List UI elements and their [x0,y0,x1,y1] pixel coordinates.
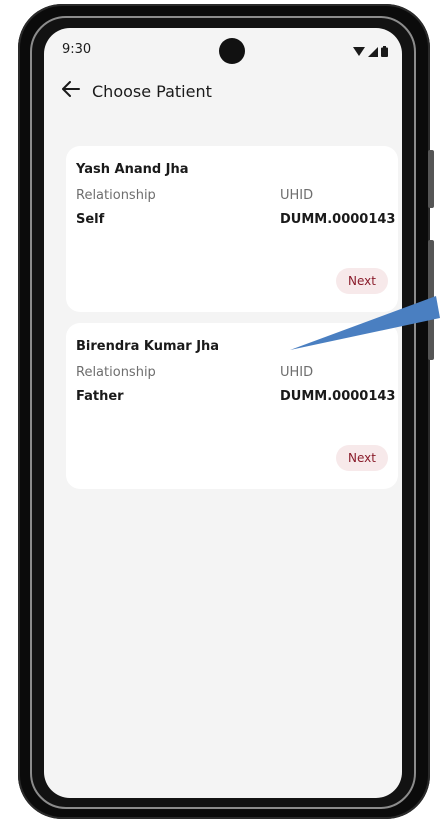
volume-button [428,240,434,360]
phone-screen: 9:30 Choose Patient Yash Anand Jha Relat… [44,28,402,798]
uhid-label: UHID [280,365,314,380]
status-time: 9:30 [62,42,92,57]
patient-name: Yash Anand Jha [76,162,189,177]
relationship-value: Father [76,389,124,404]
patient-card: Birendra Kumar Jha Relationship Father U… [66,323,398,489]
status-bar: 9:30 [44,28,402,68]
app-bar: Choose Patient [44,76,402,106]
uhid-label: UHID [280,188,314,203]
front-camera [219,38,245,64]
relationship-value: Self [76,212,105,227]
uhid-value: DUMM.0000143 [280,389,396,404]
wifi-icon [353,42,365,61]
signal-icon [368,42,378,61]
patient-name: Birendra Kumar Jha [76,339,220,354]
uhid-value: DUMM.0000143 [280,212,396,227]
relationship-label: Relationship [76,365,156,380]
patient-card: Yash Anand Jha Relationship Self UHID DU… [66,146,398,312]
next-button[interactable]: Next [336,445,388,471]
power-button [428,150,434,208]
relationship-label: Relationship [76,188,156,203]
status-icons [353,42,388,61]
page-title: Choose Patient [92,81,212,101]
next-button[interactable]: Next [336,268,388,294]
back-button[interactable] [60,80,82,102]
battery-icon [381,42,388,61]
arrow-left-icon [62,81,80,101]
stage: 9:30 Choose Patient Yash Anand Jha Relat… [0,0,440,823]
